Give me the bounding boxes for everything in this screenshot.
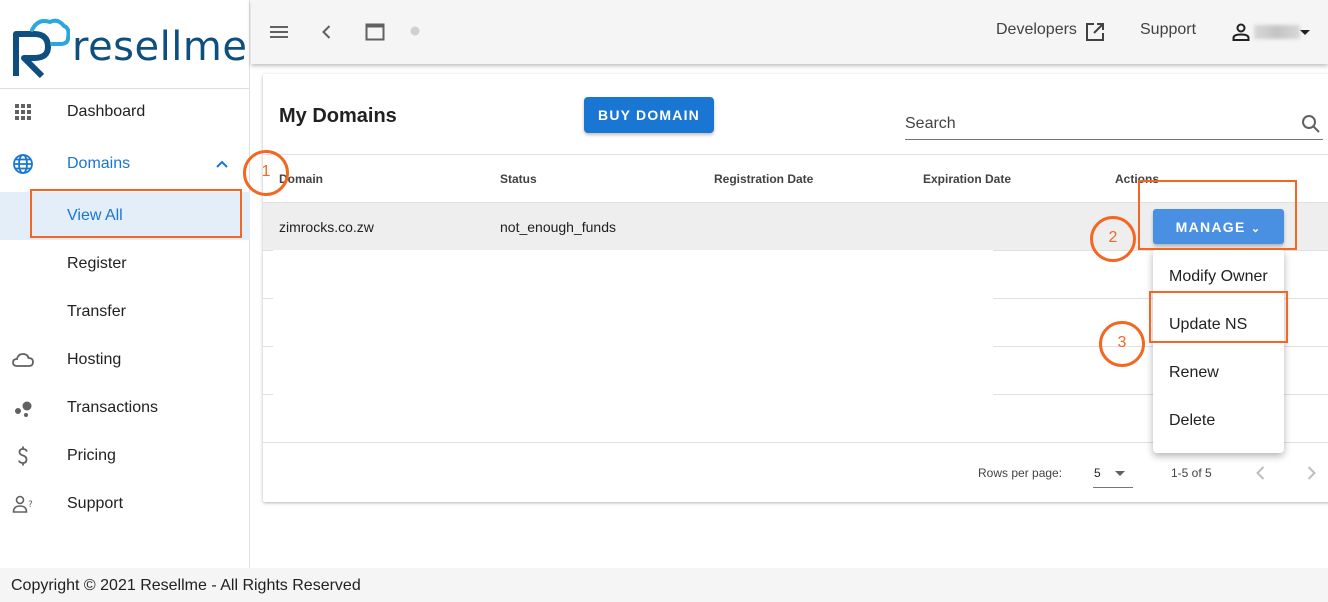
sidebar-item-label: Support [67,495,124,512]
open-in-new-icon[interactable] [1083,20,1107,44]
menu-icon[interactable] [267,20,291,44]
sidebar-item-dashboard[interactable]: Dashboard [0,88,250,136]
resellme-logo-mark [13,18,71,79]
grid-icon [15,104,31,120]
sidebar-item-label: Transfer [67,303,126,320]
menu-item-renew[interactable]: Renew [1169,364,1219,382]
menu-item-modify-owner[interactable]: Modify Owner [1169,268,1268,286]
sidebar-item-label: Pricing [67,447,116,464]
sidebar-item-transfer[interactable]: Transfer [0,288,250,336]
pagination-range: 1-5 of 5 [1171,466,1212,480]
chevron-left-icon[interactable] [315,20,339,44]
status-cell: not_enough_funds [500,219,616,235]
sidebar-item-label: Dashboard [67,103,146,120]
search-icon[interactable] [1299,112,1323,136]
developers-link[interactable]: Developers [996,21,1077,39]
footer: Copyright © 2021 Resellme - All Rights R… [0,568,1328,602]
copyright-text: Copyright © 2021 Resellme - All Rights R… [11,577,361,594]
column-header-status[interactable]: Status [500,172,537,186]
globe-icon [13,154,33,174]
window-icon[interactable] [363,20,387,44]
domain-cell: zimrocks.co.zw [279,219,374,235]
redaction-overlay [273,250,993,395]
manage-menu: Modify Owner Update NS Renew Delete [1153,249,1284,453]
sidebar-item-support[interactable]: ? Support [0,480,250,528]
sidebar-item-hosting[interactable]: Hosting [0,336,250,384]
sidebar-item-register[interactable]: Register [0,240,250,288]
sidebar-item-label: Domains [67,155,131,172]
annotation-step-1: 1 [243,150,289,196]
annotation-highlight-update-ns [1149,291,1288,343]
sidebar-item-label: Hosting [67,351,122,368]
rows-per-page-label: Rows per page: [978,466,1063,480]
status-dot-icon [410,26,420,36]
person-icon[interactable] [1229,20,1253,44]
page-title: My Domains [279,105,397,127]
menu-item-delete[interactable]: Delete [1169,412,1215,430]
sidebar-item-label: Transactions [67,399,158,416]
annotation-highlight-manage [1138,180,1297,250]
sidebar-item-transactions[interactable]: Transactions [0,384,250,432]
search-input[interactable] [905,112,1285,136]
sidebar-item-label: Register [67,255,127,272]
caret-down-icon [1115,471,1125,476]
support-link[interactable]: Support [1140,21,1196,39]
chevron-up-icon [216,160,228,168]
sidebar-item-domains[interactable]: Domains [0,140,250,188]
contact-support-icon: ? [12,495,33,513]
annotation-step-2: 2 [1090,216,1136,262]
brand-name: resellme [72,24,248,70]
card-divider [263,154,1328,155]
bubble-chart-icon [15,401,32,417]
dollar-icon [18,446,28,466]
annotation-highlight-view-all [30,189,242,238]
top-app-bar: Developers Support [251,0,1328,64]
column-header-expiration-date[interactable]: Expiration Date [923,172,1011,186]
rows-per-page-select[interactable]: 5 [1093,462,1133,488]
resellme-logo[interactable]: resellme [10,16,247,80]
sidebar-item-pricing[interactable]: Pricing [0,432,250,480]
chevron-left-icon[interactable] [1249,461,1273,485]
svg-text:?: ? [28,500,33,510]
rows-per-page-value: 5 [1094,466,1101,480]
column-header-registration-date[interactable]: Registration Date [714,172,813,186]
sidebar: resellme Dashboard Domains View All Regi… [0,0,250,568]
caret-down-icon[interactable] [1293,20,1317,44]
buy-domain-button[interactable]: BUY DOMAIN [584,97,714,133]
annotation-step-3: 3 [1099,321,1145,367]
cloud-icon [12,353,34,367]
chevron-right-icon[interactable] [1299,461,1323,485]
search-field[interactable] [905,110,1323,140]
